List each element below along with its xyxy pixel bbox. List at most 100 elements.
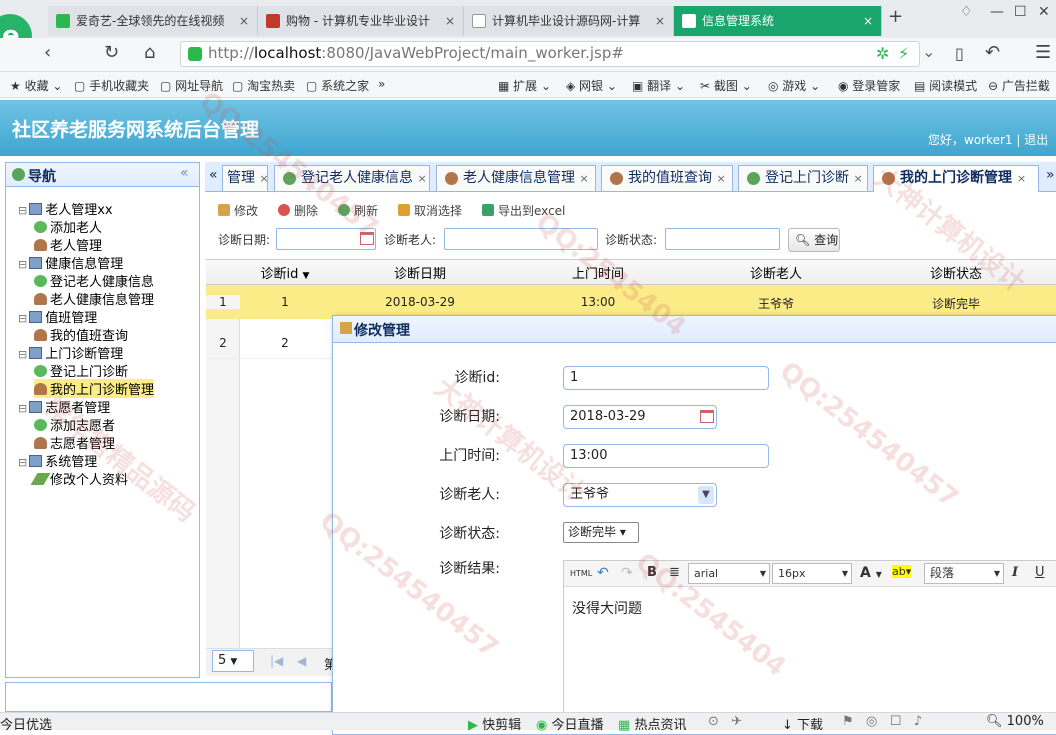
column-header-state[interactable]: 诊断状态 (866, 263, 1046, 282)
elder-filter-input[interactable] (444, 228, 598, 250)
close-icon[interactable]: × (853, 172, 862, 185)
nav-tree-item[interactable]: ⊟ 老人管理xx (18, 199, 113, 218)
nav-tree-item[interactable]: ⊟ 健康信息管理 (18, 253, 123, 272)
nav-tree-item[interactable]: 我的上门诊断管理 (34, 379, 155, 398)
nav-tree-item[interactable]: 登记上门诊断 (34, 361, 128, 380)
tree-toggle-icon[interactable]: ⊟ (18, 312, 27, 325)
bookmark-item[interactable]: ▢ 手机收藏夹 (74, 77, 149, 94)
close-icon[interactable]: × (579, 172, 588, 185)
bookmark-item[interactable]: ◉ 登录管家 (838, 77, 900, 94)
prev-page-icon[interactable]: ◀ (297, 654, 306, 668)
bookmark-item[interactable]: ✂ 截图 ⌄ (700, 77, 752, 94)
state-filter-input[interactable] (665, 228, 780, 250)
tab-duty-query[interactable]: 我的值班查询 × (601, 165, 733, 191)
tab-register-health[interactable]: 登记老人健康信息 × (274, 165, 430, 191)
close-icon[interactable]: × (239, 6, 249, 36)
nav-tree-item[interactable]: ⊟ 系统管理 (18, 451, 97, 470)
elder-select[interactable]: 王爷爷 (563, 483, 717, 507)
editor-content[interactable]: 没得大问题 (572, 598, 642, 618)
window-close-icon[interactable]: ✕ (1038, 4, 1050, 20)
nav-tree-item[interactable]: 我的值班查询 (34, 325, 128, 344)
minimize-icon[interactable]: — (990, 4, 1004, 20)
nav-tree-item[interactable]: 老人管理 (34, 235, 102, 254)
id-field[interactable]: 1 (563, 366, 769, 390)
bookmark-item[interactable]: ▢ 网址导航 (160, 77, 223, 94)
underline-button[interactable]: U (1035, 565, 1045, 580)
column-header-date[interactable]: 诊断日期 (330, 263, 510, 282)
page-size-select[interactable]: 5 ▼ (212, 650, 254, 672)
tab-manage[interactable]: 管理 × (222, 165, 269, 191)
delete-button[interactable]: 删除 (278, 202, 318, 219)
nav-tree-item[interactable]: ⊟ 值班管理 (18, 307, 97, 326)
status-today-pick[interactable]: 今日优选 (0, 714, 52, 733)
highlight-button[interactable]: ab▾ (892, 565, 912, 578)
status-tools[interactable]: ⚑ ◎ ☐ ♪ (842, 714, 922, 729)
tree-toggle-icon[interactable]: ⊟ (18, 402, 27, 415)
column-header-id[interactable]: 诊断id ▼ (240, 263, 330, 282)
status-icons[interactable]: ⊙ ✈ (708, 714, 742, 729)
column-header-time[interactable]: 上门时间 (510, 263, 686, 282)
lightning-icon[interactable]: ⚡ (898, 44, 909, 63)
export-excel-button[interactable]: 导出到excel (482, 202, 565, 219)
browser-tab-source[interactable]: 计算机毕业设计源码网-计算 × (464, 6, 674, 36)
reload-icon[interactable]: ↻ (104, 42, 119, 63)
nav-tree-item[interactable]: 添加志愿者 (34, 415, 115, 434)
bookmark-more[interactable]: » (378, 77, 385, 91)
nav-tree-item[interactable]: ⊟ 志愿者管理 (18, 397, 110, 416)
tree-toggle-icon[interactable]: ⊟ (18, 258, 27, 271)
bookmark-item[interactable]: ★ 收藏 ⌄ (10, 77, 62, 94)
tree-toggle-icon[interactable]: ⊟ (18, 204, 27, 217)
logout-link[interactable]: 退出 (1024, 133, 1048, 147)
tab-my-diagnosis[interactable]: 我的上门诊断管理 × (873, 165, 1039, 192)
bookmark-item[interactable]: ▢ 淘宝热卖 (232, 77, 295, 94)
bold-button[interactable]: B (647, 565, 657, 580)
close-icon[interactable]: × (417, 172, 426, 185)
bookmark-item[interactable]: ▢ 系统之家 (306, 77, 369, 94)
bookmark-item[interactable]: ▦ 扩展 ⌄ (498, 77, 551, 94)
cancel-select-button[interactable]: 取消选择 (398, 202, 462, 219)
status-quick-edit[interactable]: ▶ 快剪辑 (468, 714, 521, 733)
maximize-icon[interactable]: ☐ (1014, 4, 1027, 20)
close-icon[interactable]: × (1017, 172, 1026, 185)
font-color-button[interactable]: A ▼ (860, 565, 882, 581)
speed-icon[interactable]: ✲ (876, 44, 889, 63)
close-icon[interactable]: × (655, 6, 665, 36)
phone-icon[interactable]: ▯ (955, 44, 964, 63)
first-page-icon[interactable]: |◀ (270, 654, 283, 668)
dropdown-icon[interactable]: ⌄ (922, 42, 935, 61)
font-size-select[interactable]: 16px ▼ (772, 563, 852, 584)
edit-button[interactable]: 修改 (218, 202, 258, 219)
date-field[interactable]: 2018-03-29 (563, 405, 717, 429)
calendar-icon[interactable] (360, 232, 374, 245)
url-text[interactable]: http://localhost:8080/JavaWebProject/mai… (208, 44, 624, 62)
browser-tab-iqiyi[interactable]: 爱奇艺-全球领先的在线视频 × (48, 6, 258, 36)
paragraph-select[interactable]: 段落 ▼ (924, 563, 1004, 584)
query-button[interactable]: 🔍︎ 查询 (788, 228, 840, 252)
nav-tree-item[interactable]: 志愿者管理 (34, 433, 115, 452)
italic-button[interactable]: I (1012, 565, 1018, 580)
status-news[interactable]: ▦ 热点资讯 (618, 714, 686, 733)
nav-tree-item[interactable]: 老人健康信息管理 (34, 289, 154, 308)
paragraph-format-icon[interactable]: ≣ (669, 565, 680, 580)
browser-tab-shop[interactable]: 购物 - 计算机专业毕业设计 × (258, 6, 464, 36)
home-icon[interactable]: ⌂ (144, 42, 155, 63)
browser-tab-active[interactable]: 信息管理系统 × (674, 6, 882, 36)
tab-register-diagnosis[interactable]: 登记上门诊断 × (738, 165, 868, 191)
nav-tree-item[interactable]: 添加老人 (34, 217, 102, 236)
close-icon[interactable]: × (863, 6, 873, 36)
close-icon[interactable]: × (445, 6, 455, 36)
tab-health-manage[interactable]: 老人健康信息管理 × (436, 165, 596, 191)
status-live[interactable]: ◉ 今日直播 (536, 714, 604, 733)
bookmark-item[interactable]: ▣ 翻译 ⌄ (632, 77, 685, 94)
bookmark-item[interactable]: ◎ 游戏 ⌄ (768, 77, 820, 94)
html-source-button[interactable]: HTML (570, 569, 592, 578)
new-tab-button[interactable]: + (888, 6, 903, 27)
close-icon[interactable]: × (259, 172, 268, 185)
tree-toggle-icon[interactable]: ⊟ (18, 456, 27, 469)
nav-tree-item[interactable]: 登记老人健康信息 (34, 271, 154, 290)
redo-icon[interactable]: ↷ (621, 565, 633, 581)
undo-icon[interactable]: ↶ (597, 565, 609, 581)
time-field[interactable]: 13:00 (563, 444, 769, 468)
calendar-icon[interactable] (700, 410, 714, 423)
back-icon[interactable]: ‹ (44, 42, 51, 63)
